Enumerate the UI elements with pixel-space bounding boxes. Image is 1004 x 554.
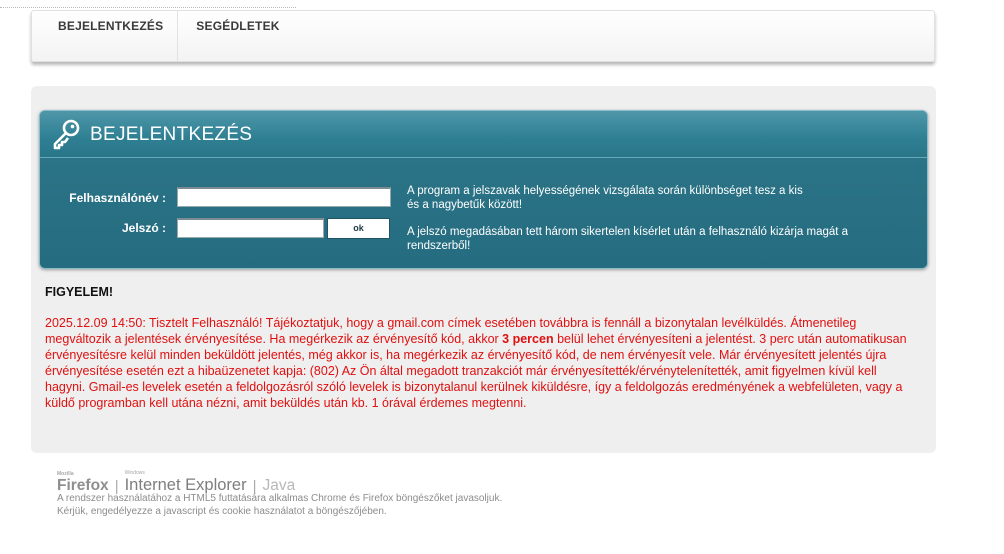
notice-title: FIGYELEM! bbox=[45, 285, 114, 299]
password-label: Jelszó : bbox=[121, 221, 166, 235]
nav-item-help[interactable]: SEGÉDLETEK bbox=[178, 11, 295, 61]
login-title: BEJELENTKEZÉS bbox=[90, 124, 253, 145]
firefox-logo-text: Firefox bbox=[57, 477, 109, 494]
nav-item-login[interactable]: BEJELENTKEZÉS bbox=[32, 11, 179, 61]
javascript-cookie-notice: Kérjük, engedélyezze a javascript és coo… bbox=[57, 506, 387, 517]
key-icon bbox=[53, 119, 80, 150]
login-form: Felhasználónév : Jelszó : ok A program a… bbox=[40, 158, 927, 268]
firefox-logo-small: Mozilla bbox=[57, 471, 74, 477]
username-input[interactable] bbox=[177, 187, 391, 207]
browser-logos: Mozilla Firefox | Windows Internet Explore… bbox=[57, 465, 295, 495]
login-header: BEJELENTKEZÉS bbox=[40, 111, 927, 158]
ok-button[interactable]: ok bbox=[327, 218, 390, 239]
top-divider bbox=[0, 0, 296, 8]
username-label: Felhasználónév : bbox=[69, 191, 166, 205]
notice-text-bold: 3 percen bbox=[502, 332, 554, 346]
password-input[interactable] bbox=[177, 218, 324, 238]
top-navigation: BEJELENTKEZÉS SEGÉDLETEK bbox=[31, 10, 935, 62]
main-panel: BEJELENTKEZÉS Felhasználónév : Jelszó : … bbox=[31, 86, 936, 453]
case-sensitivity-hint: A program a jelszavak helyességének vizs… bbox=[407, 185, 803, 211]
browser-recommendation: A rendszer használatához a HTML5 futtatá… bbox=[57, 493, 503, 504]
lockout-hint: A jelszó megadásában tett három sikertel… bbox=[407, 226, 849, 252]
ie-logo-small: Windows bbox=[124, 470, 145, 476]
ie-logo-text: Internet Explorer bbox=[124, 476, 247, 494]
login-box: BEJELENTKEZÉS Felhasználónév : Jelszó : … bbox=[39, 110, 928, 269]
notice-text: 2025.12.09 14:50: Tisztelt Felhasználó! … bbox=[45, 315, 915, 411]
